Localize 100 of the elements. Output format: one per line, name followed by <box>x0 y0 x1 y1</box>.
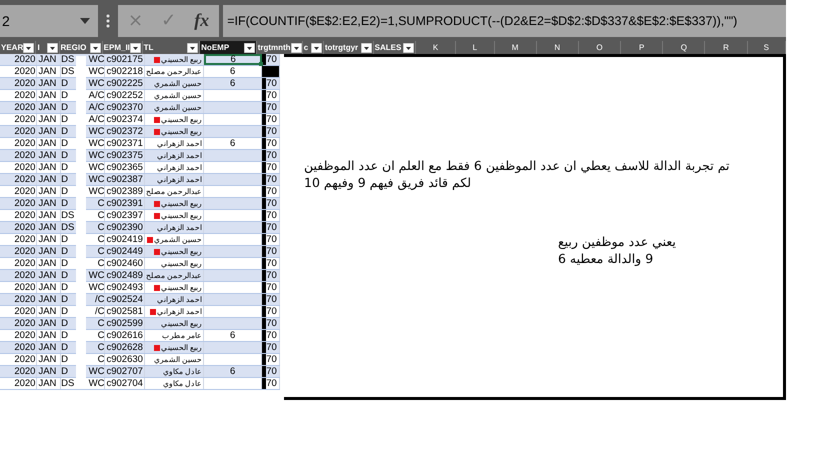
table-cell: JAN <box>37 318 62 329</box>
table-cell: D <box>61 330 68 341</box>
table-cell: D <box>61 174 68 185</box>
table-cell[interactable]: 6 <box>204 138 262 149</box>
filter-dropdown-icon[interactable] <box>130 42 141 52</box>
table-cell: 2020 <box>0 354 38 365</box>
table-cell: WC <box>88 270 104 281</box>
table-cell: 2020 <box>0 366 38 377</box>
filter-dropdown-icon[interactable] <box>402 42 414 52</box>
table-cell: c902460 <box>105 258 145 269</box>
table-cell: c902489 <box>105 270 145 281</box>
table-cell: 2020 <box>0 114 38 125</box>
table-cell: 70 <box>262 78 280 89</box>
table-cell[interactable]: 6 <box>204 366 262 377</box>
table-cell: D <box>61 198 68 209</box>
table-cell <box>262 66 280 77</box>
table-cell: 2020 <box>0 66 38 77</box>
table-cell: JAN <box>37 102 62 113</box>
name-box[interactable]: 2 <box>0 4 98 36</box>
table-cell: WC <box>88 366 104 377</box>
table-cell: JAN <box>37 150 62 161</box>
table-cell: DS <box>61 222 74 233</box>
table-cell: JAN <box>37 162 62 173</box>
table-cell: WC <box>88 150 104 161</box>
table-cell: JAN <box>37 138 62 149</box>
table-cell: c902524 <box>105 294 145 305</box>
table-cell: JAN <box>37 342 62 353</box>
table-cell: JAN <box>37 378 62 389</box>
column-header[interactable]: NoEMP <box>200 41 257 54</box>
table-cell: WC <box>88 54 104 65</box>
table-cell: JAN <box>37 282 62 293</box>
table-cell: 70 <box>262 174 280 185</box>
table-cell: JAN <box>37 246 62 257</box>
filter-dropdown-icon[interactable] <box>23 42 34 52</box>
filter-dropdown-icon[interactable] <box>90 42 101 52</box>
table-cell: WC <box>88 378 104 389</box>
table-cell: D <box>61 366 68 377</box>
table-cell: 2020 <box>0 378 38 389</box>
table-cell: C <box>98 354 104 365</box>
table-cell: D <box>61 150 68 161</box>
table-cell: 2020 <box>0 270 38 281</box>
table-cell: D <box>61 294 68 305</box>
text-box[interactable]: تم تجربة الدالة للاسف يعطي ان عدد الموظفين 6 فقط مع العلم ان عدد الموظفين لكم قائد فريق فيهم 9 وفيهم 10 يعني عدد موظفين ربيع 9 والدالة معطيه 6 <box>284 54 786 400</box>
name-box-text: 2 <box>2 12 10 28</box>
table-cell: 2020 <box>0 90 38 101</box>
note-text: تم تجربة الدالة للاسف يعطي ان عدد الموظفين 6 فقط مع العلم ان عدد الموظفين <box>304 157 730 174</box>
table-cell: WC <box>88 66 104 77</box>
table-cell: c902218 <box>105 66 145 77</box>
table-cell: JAN <box>37 54 62 65</box>
table-cell: c902375 <box>105 150 145 161</box>
table-cell: 70 <box>262 378 280 389</box>
filter-dropdown-icon[interactable] <box>46 42 58 52</box>
table-cell: C <box>98 246 104 257</box>
table-cell: WC <box>88 174 104 185</box>
formula-field[interactable]: =IF(COUNTIF($E$2:E2,E2)=1,SUMPRODUCT(--(D2&E2=$D$2:$D$337&$E$2:$E$337)),"") <box>223 4 786 36</box>
table-cell: c902581 <box>105 306 145 317</box>
filter-dropdown-icon[interactable] <box>360 42 372 52</box>
note-text: 9 والدالة معطيه 6 <box>558 250 654 267</box>
table-cell: c902707 <box>105 366 145 377</box>
table-cell: c902397 <box>105 210 145 221</box>
table-cell: WC <box>88 186 104 197</box>
table-cell: 70 <box>262 150 280 161</box>
table-cell: 2020 <box>0 162 38 173</box>
table-cell: JAN <box>37 210 62 221</box>
table-cell: 70 <box>262 294 280 305</box>
table-cell: D <box>61 354 68 365</box>
table-cell: /C <box>94 306 104 317</box>
table-cell: 2020 <box>0 138 38 149</box>
table-cell: JAN <box>37 234 62 245</box>
table-cell: C <box>98 210 104 221</box>
table-cell[interactable]: 6 <box>204 78 262 89</box>
table-cell: c902372 <box>105 126 145 137</box>
table-cell[interactable]: 6 <box>204 54 262 65</box>
table-cell: JAN <box>37 366 62 377</box>
table-cell: 70 <box>262 222 280 233</box>
insert-function-button[interactable]: fx <box>190 10 214 31</box>
table-cell: 70 <box>262 126 280 137</box>
table-cell: 70 <box>262 270 280 281</box>
table-cell: 2020 <box>0 282 38 293</box>
dropdown-icon[interactable] <box>80 18 90 24</box>
more-icon[interactable] <box>106 14 110 28</box>
filter-dropdown-icon[interactable] <box>244 42 255 52</box>
table-cell: D <box>61 246 68 257</box>
table-cell: c902252 <box>105 90 145 101</box>
table-cell: D <box>61 78 68 89</box>
table-cell: 2020 <box>0 78 38 89</box>
filter-dropdown-icon[interactable] <box>310 42 322 52</box>
table-cell: JAN <box>37 90 62 101</box>
table-cell: c902371 <box>105 138 145 149</box>
table-cell: 2020 <box>0 102 38 113</box>
filter-dropdown-icon[interactable] <box>290 42 302 52</box>
filter-dropdown-icon[interactable] <box>187 42 198 52</box>
table-cell: DS <box>61 378 74 389</box>
table-cell: D <box>61 318 68 329</box>
table-cell: 70 <box>262 102 280 113</box>
table-cell: 70 <box>262 342 280 353</box>
table-cell[interactable]: 6 <box>204 330 262 341</box>
table-cell: c902370 <box>105 102 145 113</box>
table-cell: c902387 <box>105 174 145 185</box>
table-cell: D <box>61 102 68 113</box>
